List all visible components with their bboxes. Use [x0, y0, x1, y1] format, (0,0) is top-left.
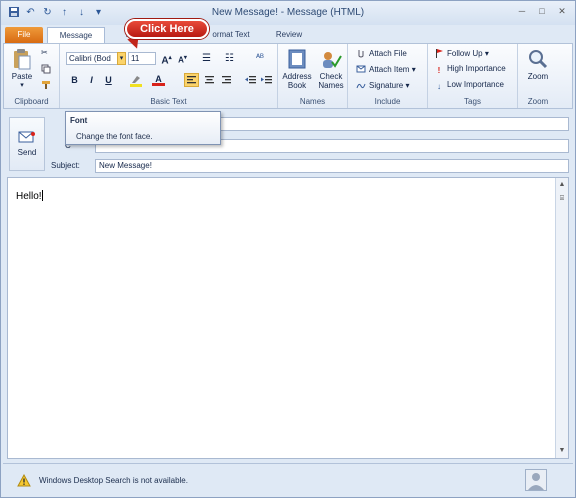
zoom-group: Zoom Zoom: [518, 44, 558, 108]
subject-field[interactable]: New Message!: [95, 159, 569, 173]
send-button[interactable]: Send: [9, 117, 45, 171]
signature-icon: [356, 80, 366, 90]
follow-up-button[interactable]: Follow Up ▾: [434, 48, 489, 58]
include-group-label: Include: [374, 97, 401, 106]
close-button[interactable]: ✕: [555, 5, 569, 18]
status-bar: Windows Desktop Search is not available.: [3, 463, 573, 497]
grow-arrow-icon: ▴: [168, 55, 172, 61]
high-importance-button[interactable]: ! High Importance: [434, 64, 506, 76]
window-title: New Message! - Message (HTML): [211, 7, 365, 18]
shrink-arrow-icon: ▾: [183, 55, 187, 61]
contact-icon: [528, 473, 544, 490]
zoom-group-label: Zoom: [527, 97, 549, 106]
tooltip-title: Font: [70, 116, 88, 125]
basic-text-group-label: Basic Text: [150, 97, 187, 106]
numbering-icon[interactable]: ☷: [225, 53, 234, 64]
low-importance-button[interactable]: ↓ Low Importance: [434, 80, 504, 92]
tab-format-text[interactable]: ormat Text: [201, 27, 261, 43]
align-right-icon[interactable]: [220, 74, 233, 88]
avatar[interactable]: [525, 469, 547, 491]
increase-indent-icon[interactable]: [260, 74, 273, 88]
decrease-indent-icon[interactable]: [244, 74, 257, 88]
styles-icon[interactable]: ᴬᴮ: [256, 52, 264, 62]
highlight-icon[interactable]: [128, 74, 144, 89]
align-left-button[interactable]: [184, 73, 199, 87]
check-names-icon: [323, 52, 342, 68]
body-text[interactable]: Hello!: [16, 190, 43, 202]
cut-icon[interactable]: ✂: [41, 48, 48, 57]
status-text: Windows Desktop Search is not available.: [39, 476, 188, 485]
tab-message[interactable]: Message: [47, 27, 105, 43]
down-arrow-icon: ↓: [437, 82, 441, 91]
bold-button[interactable]: B: [68, 74, 81, 87]
click-here-callout: Click Here: [125, 19, 209, 39]
ribbon-tabs: File Message Ins ormat Text Review: [1, 25, 575, 43]
font-tooltip: Font Change the font face.: [65, 111, 221, 145]
title-bar: ↶ ↻ ↑ ↓ ▾ New Message! - Message (HTML) …: [1, 1, 575, 25]
clipboard-group-label: Clipboard: [14, 97, 49, 106]
flag-icon: [434, 48, 444, 58]
check-names-button[interactable]: Check Names: [316, 48, 346, 90]
copy-icon[interactable]: [41, 64, 51, 76]
scroll-down-icon[interactable]: ▼: [557, 446, 567, 456]
tags-group: Follow Up ▾ ! High Importance ↓ Low Import…: [428, 44, 518, 108]
align-left-icon: [187, 76, 196, 84]
font-dropdown-icon[interactable]: ▾: [117, 52, 126, 65]
zoom-button[interactable]: Zoom: [524, 48, 552, 81]
exclamation-icon: !: [437, 66, 441, 75]
message-body[interactable]: Hello! ▲ ⌸ ▼: [7, 177, 569, 459]
tab-review[interactable]: Review: [269, 27, 309, 43]
send-icon: [18, 131, 35, 143]
paste-dropdown-icon: ▾: [20, 82, 24, 89]
paste-button[interactable]: Paste ▾: [8, 48, 36, 90]
window-controls: ─ □ ✕: [515, 5, 569, 18]
address-book-button[interactable]: Address Book: [282, 48, 312, 90]
font-color-button[interactable]: A: [152, 73, 165, 86]
include-group: Attach File Attach Item ▾ Signature ▾ In…: [348, 44, 428, 108]
paperclip-icon: [356, 48, 366, 58]
format-painter-icon[interactable]: [41, 80, 51, 92]
warning-icon: [17, 474, 31, 487]
tab-file[interactable]: File: [5, 27, 43, 43]
tags-group-label: Tags: [464, 97, 481, 106]
clipboard-group: Paste ▾ ✂ Clipboard: [4, 44, 60, 108]
ruler-icon[interactable]: ⌸: [557, 194, 567, 204]
follow-up-dropdown-icon: ▾: [484, 49, 489, 58]
attach-item-dropdown-icon: ▾: [411, 65, 416, 74]
font-size-combo[interactable]: 11: [128, 52, 156, 65]
basic-text-group: Calibri (Bod ▾ 11 A▴ A▾ ☰ ☷ ᴬᴮ B I U A B…: [60, 44, 278, 108]
signature-button[interactable]: Signature ▾: [356, 80, 410, 90]
shrink-font-button[interactable]: A▾: [176, 52, 189, 65]
address-book-icon: [288, 49, 306, 69]
message-window: ↶ ↻ ↑ ↓ ▾ New Message! - Message (HTML) …: [0, 0, 576, 498]
ribbon: Paste ▾ ✂ Clipboard Calibri (Bod ▾ 11 A▴…: [3, 43, 573, 109]
minimize-button[interactable]: ─: [515, 5, 529, 18]
text-caret: [41, 190, 43, 201]
align-center-icon[interactable]: [203, 74, 216, 88]
names-group-label: Names: [299, 97, 326, 106]
italic-button[interactable]: I: [85, 74, 98, 87]
magnifier-icon: [529, 50, 548, 69]
attach-item-button[interactable]: Attach Item ▾: [356, 64, 416, 74]
underline-button[interactable]: U: [102, 74, 115, 87]
attach-item-icon: [356, 64, 366, 74]
signature-dropdown-icon: ▾: [405, 81, 410, 90]
attach-file-button[interactable]: Attach File: [356, 48, 407, 58]
paste-icon: [14, 49, 31, 70]
subject-label: Subject:: [51, 161, 80, 170]
scroll-up-icon[interactable]: ▲: [557, 180, 567, 190]
maximize-button[interactable]: □: [535, 5, 549, 18]
grow-font-button[interactable]: A▴: [160, 52, 173, 66]
vertical-scrollbar[interactable]: ▲ ⌸ ▼: [555, 178, 568, 458]
bullets-icon[interactable]: ☰: [202, 53, 211, 64]
tooltip-description: Change the font face.: [76, 132, 153, 141]
names-group: Address Book Check Names Names: [278, 44, 348, 108]
